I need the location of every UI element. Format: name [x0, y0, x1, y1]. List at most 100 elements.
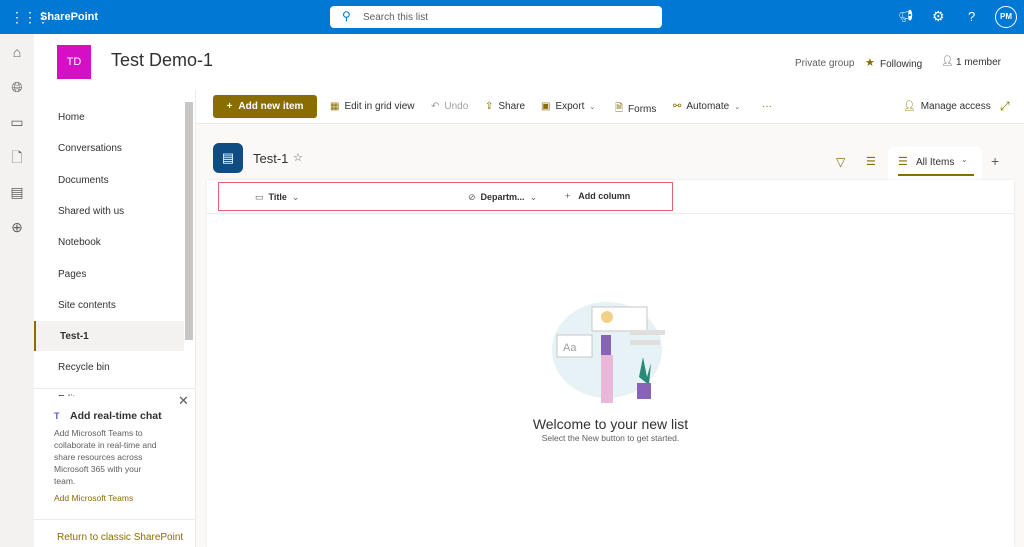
export-label: Export: [555, 101, 585, 112]
person-icon: 👤︎: [941, 56, 954, 67]
forms-label: Forms: [628, 104, 657, 115]
help-icon[interactable]: ?: [968, 9, 975, 24]
list-title[interactable]: Test-1: [253, 151, 288, 166]
column-department-label: Departm...: [480, 192, 525, 202]
site-logo[interactable]: TD: [57, 45, 91, 79]
nav-item-label: Documents: [58, 174, 109, 186]
expand-icon[interactable]: ⤢: [1000, 99, 1010, 114]
avatar[interactable]: PM: [995, 6, 1017, 28]
column-title[interactable]: ▭ Title ⌄: [255, 192, 299, 203]
undo-button[interactable]: ↶ Undo: [431, 101, 468, 112]
return-classic-link[interactable]: Return to classic SharePoint: [57, 532, 183, 543]
star-icon: ★: [865, 57, 875, 69]
view-tab-all-items[interactable]: ☰ All Items ⌄: [888, 147, 982, 180]
nav-item-label: Test-1: [60, 331, 89, 343]
plus-icon: +: [565, 191, 571, 201]
filter-icon[interactable]: ▽: [836, 155, 845, 169]
undo-icon: ↶: [431, 101, 440, 112]
add-column-button[interactable]: + Add column: [565, 191, 630, 201]
grid-icon: ▦: [330, 101, 340, 112]
nav-item-label: Notebook: [58, 237, 101, 249]
gear-icon[interactable]: ⚙: [932, 8, 945, 25]
add-teams-link[interactable]: Add Microsoft Teams: [54, 493, 133, 503]
command-bar: + Add new item ▦ Edit in grid view ↶ Undo ⇪…: [196, 90, 1024, 124]
chevron-down-icon: ⌄: [589, 103, 596, 111]
empty-list-illustration: Aa: [552, 302, 665, 403]
add-icon[interactable]: ⊕: [9, 219, 25, 235]
chevron-down-icon: ⌄: [734, 103, 741, 111]
more-label: ···: [762, 101, 772, 112]
view-options-icon[interactable]: ☰: [866, 155, 876, 168]
forms-icon: 🗎: [615, 103, 624, 114]
home-icon[interactable]: ⌂: [9, 44, 25, 60]
megaphone-icon[interactable]: 📢︎: [898, 9, 913, 23]
promo-title: Add real-time chat: [70, 410, 162, 422]
more-button[interactable]: ···: [762, 101, 772, 112]
plus-icon: +: [226, 101, 233, 112]
list-card: ▭ Title ⌄ ⊘ Departm... ⌄ + Add column Aa Welc…: [207, 180, 1014, 547]
list-view-icon: ☰: [898, 156, 908, 168]
search-box[interactable]: ⚲ Search this list: [330, 6, 662, 28]
list-icon: ▤: [213, 143, 243, 173]
empty-subtitle: Select the New button to get started.: [541, 433, 680, 443]
nav-item[interactable]: Recycle bin: [34, 352, 184, 382]
nav-item[interactable]: Shared with us: [34, 196, 184, 226]
text-type-icon: ▭: [255, 192, 264, 202]
promo-body: Add Microsoft Teams to collaborate in re…: [54, 428, 157, 486]
chevron-down-icon: ⌄: [961, 155, 968, 164]
add-view-button[interactable]: +: [991, 153, 999, 169]
privacy-label: Private group: [795, 58, 855, 69]
file-icon[interactable]: 🗋: [9, 149, 25, 165]
nav-item[interactable]: Documents: [34, 165, 184, 195]
add-column-label: Add column: [578, 191, 631, 201]
members-button[interactable]: 1 member: [956, 57, 1001, 68]
nav-scrollbar[interactable]: [185, 102, 193, 340]
column-title-label: Title: [268, 192, 287, 202]
share-button[interactable]: ⇪ Share: [485, 101, 525, 112]
svg-text:Aa: Aa: [563, 342, 577, 354]
grid-label: Edit in grid view: [344, 101, 415, 112]
teams-icon: T: [54, 411, 60, 421]
search-placeholder: Search this list: [363, 12, 429, 23]
nav-item[interactable]: Notebook: [34, 227, 184, 257]
nav-item-label: Conversations: [58, 143, 122, 155]
export-button[interactable]: ▣ Export ⌄: [541, 101, 595, 112]
left-nav: Home Conversations Documents Shared with us…: [34, 90, 196, 547]
nav-item[interactable]: Test-1: [34, 321, 184, 352]
nav-item[interactable]: Site contents: [34, 290, 184, 320]
chevron-down-icon: ⌄: [291, 192, 300, 202]
nav-item-label: Home: [58, 112, 85, 123]
site-title[interactable]: Test Demo-1: [111, 50, 213, 71]
column-department[interactable]: ⊘ Departm... ⌄: [468, 192, 537, 203]
globe-icon[interactable]: 🌐︎: [9, 79, 25, 95]
favorite-star-icon[interactable]: ☆: [293, 151, 303, 164]
nav-item-label: Site contents: [58, 299, 116, 311]
automate-label: Automate: [686, 101, 730, 112]
nav-item-label: Recycle bin: [58, 362, 110, 374]
automate-button[interactable]: ⚯ Automate ⌄: [673, 101, 740, 112]
nav-item-label: Shared with us: [58, 205, 125, 217]
site-header: TD Test Demo-1 Private group ★ Following…: [34, 34, 1024, 90]
app-name[interactable]: SharePoint: [40, 11, 98, 23]
close-icon[interactable]: ✕: [178, 393, 189, 409]
nav-item[interactable]: Home: [34, 102, 184, 132]
choice-type-icon: ⊘: [468, 192, 476, 202]
chevron-down-icon: ⌄: [529, 192, 538, 202]
news-icon[interactable]: ▭: [9, 114, 25, 130]
add-new-item-button[interactable]: + Add new item: [213, 95, 317, 118]
add-label: Add new item: [238, 101, 304, 112]
nav-item[interactable]: Conversations: [34, 133, 184, 163]
app-rail: ⌂ 🌐︎ ▭ 🗋 ▤ ⊕: [0, 34, 34, 547]
manage-access-button[interactable]: 👤︎ Manage access: [903, 101, 991, 112]
lists-icon[interactable]: ▤: [9, 184, 25, 200]
undo-label: Undo: [444, 101, 469, 112]
forms-button[interactable]: 🗎 Forms: [615, 101, 656, 118]
top-bar: ⋮⋮⋮ SharePoint ⚲ Search this list 📢︎ ⚙ ?…: [0, 0, 1024, 34]
empty-title: Welcome to your new list: [532, 416, 689, 432]
view-label: All Items: [916, 157, 955, 168]
nav-item[interactable]: Pages: [34, 259, 184, 289]
following-button[interactable]: Following: [880, 59, 922, 70]
teams-promo: ✕ T Add real-time chat Add Microsoft Tea…: [34, 388, 195, 520]
share-label: Share: [498, 101, 526, 112]
edit-grid-button[interactable]: ▦ Edit in grid view: [330, 101, 414, 112]
